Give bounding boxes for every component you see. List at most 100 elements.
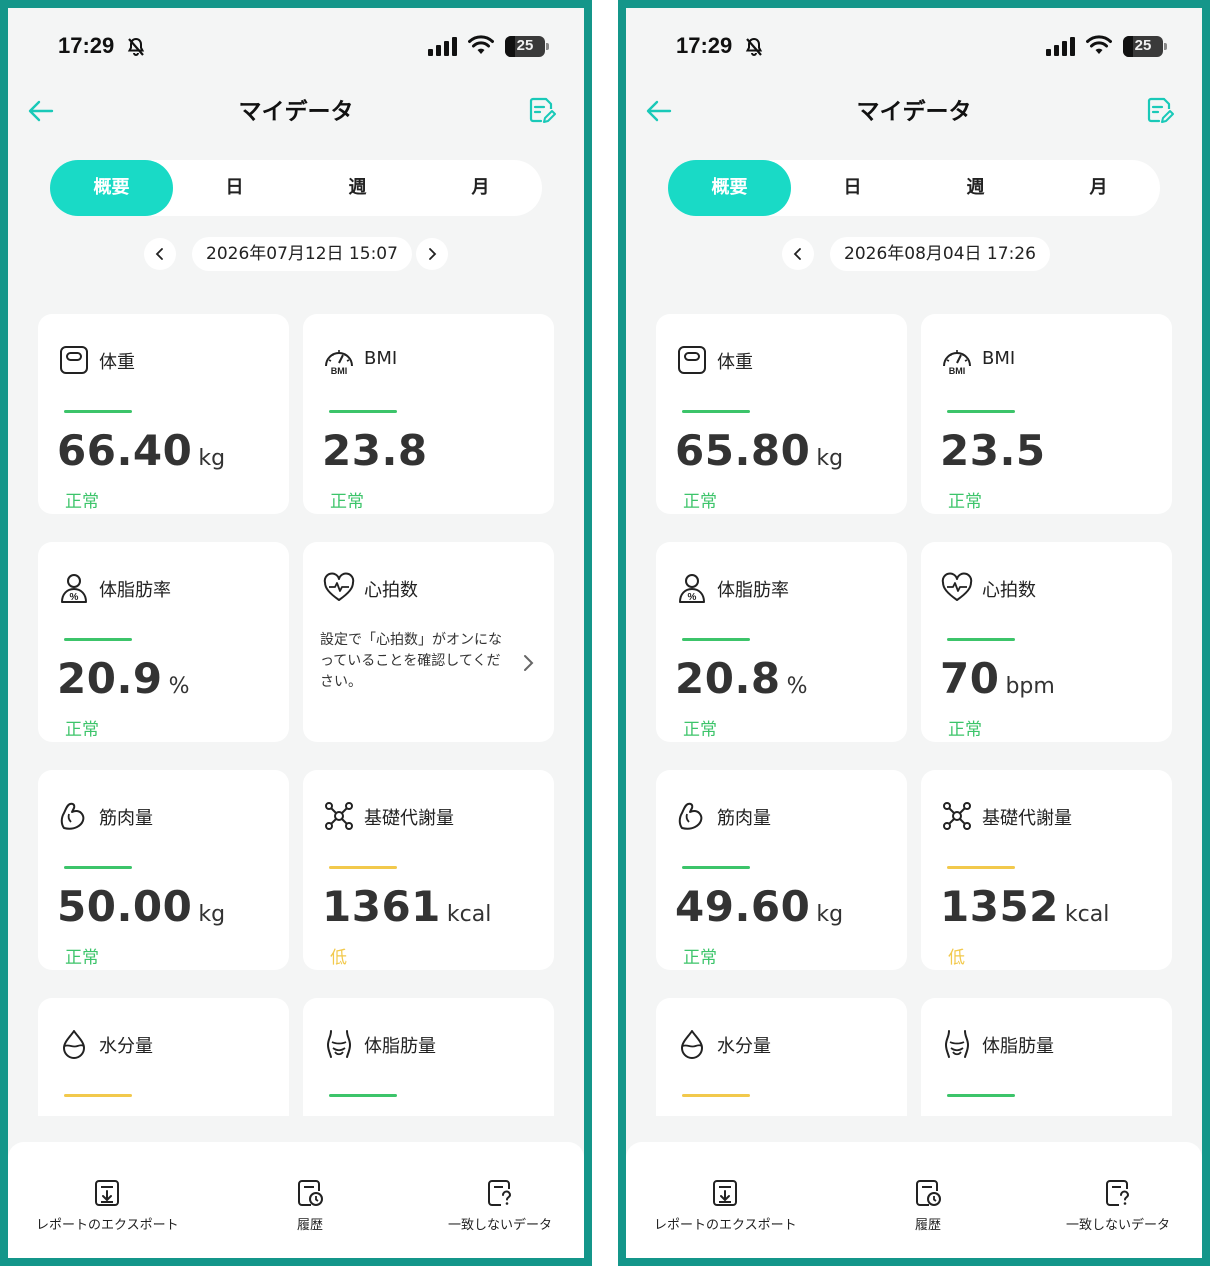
metric-status: 正常: [65, 492, 99, 512]
metric-value: 20.8%: [675, 654, 808, 703]
svg-text:BMI: BMI: [331, 366, 348, 376]
metrics-grid: 体重 65.80 kg 正常 BMI BMI 23.5 正常 % 体脂肪率 20.…: [626, 298, 1202, 1116]
heart-rate-card[interactable]: 心拍数 70 bpm 正常: [921, 542, 1172, 742]
tab-month[interactable]: 月: [419, 160, 542, 216]
metabolism-icon: [325, 802, 353, 830]
weight-card[interactable]: 体重 65.80 kg 正常: [656, 314, 907, 514]
metric-status: 低: [948, 948, 965, 968]
battery-percent: 25: [516, 37, 534, 54]
metrics-grid: 体重 66.40 kg 正常 BMI BMI 23.8 正常 % 体脂肪率 20.…: [8, 298, 584, 1116]
muscle-icon: [678, 802, 703, 830]
screen: 17:29 25 マイデータ 概要 日 週 月 2026年07月12日 15:0…: [8, 8, 584, 1258]
next-date-button[interactable]: [416, 238, 448, 270]
heart-rate-card[interactable]: 心拍数 設定で「心拍数」がオンになっていることを確認してください。: [303, 542, 554, 742]
tab-overview[interactable]: 概要: [668, 160, 791, 216]
body-fat-percentage-card[interactable]: % 体脂肪率 20.9% 正常: [38, 542, 289, 742]
metric-status: 正常: [330, 492, 364, 512]
metric-label: BMI: [982, 348, 1016, 369]
history-button[interactable]: 履歴: [296, 1178, 324, 1233]
unmatched-data-label: 一致しないデータ: [448, 1218, 553, 1233]
metric-status: 低: [330, 948, 347, 968]
status-bar-normal: [682, 866, 750, 869]
metric-label: 基礎代謝量: [364, 808, 454, 829]
screen: 17:29 25 マイデータ 概要 日 週 月 2026年08月04日 17:2…: [626, 8, 1202, 1258]
page-title: マイデータ: [238, 99, 354, 125]
phone-screenshot-left: 17:29 25 マイデータ 概要 日 週 月 2026年07月12日 15:0…: [0, 0, 592, 1266]
edit-document-icon[interactable]: [1144, 95, 1174, 125]
chevron-right-icon[interactable]: [521, 653, 535, 673]
wifi-icon: [468, 35, 494, 54]
battery-percent: 25: [1134, 37, 1152, 54]
previous-date-button[interactable]: [144, 238, 176, 270]
metric-value: 49.60 kg: [675, 882, 843, 931]
wifi-icon: [1086, 35, 1112, 54]
metric-value: 70 bpm: [940, 654, 1055, 703]
heart-rate-setting-message: 設定で「心拍数」がオンになっていることを確認してください。: [320, 632, 502, 690]
battery-indicator: 25: [505, 36, 545, 57]
period-tabs: 概要 日 週 月: [668, 160, 1160, 216]
tab-month[interactable]: 月: [1037, 160, 1160, 216]
metric-value: 23.8: [322, 426, 428, 475]
status-bar-low: [682, 1094, 750, 1097]
value-unit: kg: [198, 902, 226, 927]
water-content-card[interactable]: 水分量: [656, 998, 907, 1116]
metric-status: 正常: [948, 492, 982, 512]
metric-label: 体脂肪量: [982, 1036, 1054, 1057]
status-bar-normal: [329, 1094, 397, 1097]
water-content-card[interactable]: 水分量: [38, 998, 289, 1116]
bmi-gauge-icon: BMI: [943, 350, 971, 376]
export-report-icon: [713, 1180, 738, 1206]
history-label: 履歴: [296, 1218, 323, 1233]
tab-day[interactable]: 日: [791, 160, 914, 216]
export-report-button[interactable]: レポートのエクスポート: [36, 1178, 179, 1233]
battery-tip: [546, 43, 549, 50]
value-number: 49.60: [675, 882, 811, 931]
basal-metabolism-card[interactable]: 基礎代謝量 1352 kcal 低: [921, 770, 1172, 970]
status-bar-normal: [947, 638, 1015, 641]
unmatched-data-button[interactable]: 一致しないデータ: [448, 1178, 552, 1233]
muscle-mass-card[interactable]: 筋肉量 49.60 kg 正常: [656, 770, 907, 970]
tab-week[interactable]: 週: [296, 160, 419, 216]
weight-card[interactable]: 体重 66.40 kg 正常: [38, 314, 289, 514]
chevron-left-icon: [155, 248, 163, 260]
history-icon: [916, 1180, 941, 1206]
metabolism-icon: [943, 802, 971, 830]
cellular-signal-icon: [428, 37, 457, 56]
metric-value: 50.00 kg: [57, 882, 225, 931]
body-fat-mass-card[interactable]: 体脂肪量: [921, 998, 1172, 1116]
status-bar-normal: [947, 410, 1015, 413]
value-number: 20.8: [675, 654, 781, 703]
basal-metabolism-card[interactable]: 基礎代謝量 1361 kcal 低: [303, 770, 554, 970]
unmatched-data-button[interactable]: 一致しないデータ: [1066, 1178, 1170, 1233]
measurement-date[interactable]: 2026年07月12日 15:07: [192, 237, 412, 271]
muscle-mass-card[interactable]: 筋肉量 50.00 kg 正常: [38, 770, 289, 970]
previous-date-button[interactable]: [782, 238, 814, 270]
export-report-button[interactable]: レポートのエクスポート: [654, 1178, 797, 1233]
scale-icon: [60, 346, 88, 374]
history-button[interactable]: 履歴: [914, 1178, 942, 1233]
value-number: 1361: [322, 882, 441, 931]
body-fat-percentage-card[interactable]: % 体脂肪率 20.8% 正常: [656, 542, 907, 742]
metric-label: 水分量: [717, 1036, 771, 1057]
tab-day[interactable]: 日: [173, 160, 296, 216]
metric-status: 正常: [683, 720, 717, 740]
tab-week[interactable]: 週: [914, 160, 1037, 216]
cellular-signal-icon: [1046, 37, 1075, 56]
status-bar-normal: [682, 638, 750, 641]
metric-status: 正常: [65, 720, 99, 740]
tab-overview[interactable]: 概要: [50, 160, 173, 216]
measurement-date[interactable]: 2026年08月04日 17:26: [830, 237, 1050, 271]
body-fat-mass-card[interactable]: 体脂肪量: [303, 998, 554, 1116]
metric-value: 20.9%: [57, 654, 190, 703]
export-report-icon: [95, 1180, 120, 1206]
scale-icon: [678, 346, 706, 374]
metric-label: 水分量: [99, 1036, 153, 1057]
status-bar-normal: [64, 638, 132, 641]
bmi-card[interactable]: BMI BMI 23.5 正常: [921, 314, 1172, 514]
unmatched-data-label: 一致しないデータ: [1066, 1218, 1171, 1233]
history-icon: [298, 1180, 323, 1206]
edit-document-icon[interactable]: [526, 95, 556, 125]
value-number: 66.40: [57, 426, 193, 475]
bmi-card[interactable]: BMI BMI 23.8 正常: [303, 314, 554, 514]
export-report-label: レポートのエクスポート: [36, 1218, 179, 1233]
